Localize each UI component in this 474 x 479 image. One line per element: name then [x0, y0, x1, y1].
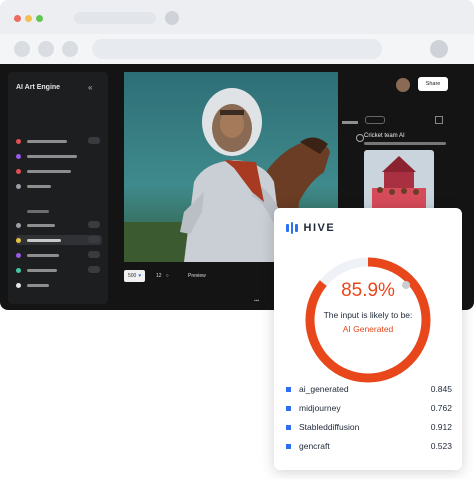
share-button[interactable]: Share [418, 77, 448, 91]
sidebar-item-label [27, 223, 55, 227]
related-title[interactable]: Cricket team AI [364, 133, 405, 139]
bullet-square [286, 405, 291, 411]
sidebar-badge [88, 251, 100, 258]
preview-button[interactable]: Preview [188, 270, 206, 282]
sidebar-item-subscriptions[interactable] [16, 151, 102, 161]
zoom-select[interactable]: 500 ♥ [124, 270, 146, 282]
sidebar-section-header [16, 206, 102, 216]
window-maximize-dot[interactable] [36, 15, 43, 22]
browser-tab[interactable] [74, 12, 156, 24]
hive-logo-icon [286, 222, 298, 234]
sidebar-badge [88, 266, 100, 273]
sidebar-item-active[interactable] [16, 235, 102, 245]
sidebar: AI Art Engine « [8, 72, 108, 304]
bullet-square [286, 424, 291, 430]
footer-label: ▪▪▪ [254, 298, 260, 304]
radio-icon[interactable] [356, 134, 364, 142]
browser-profile-icon[interactable] [430, 40, 448, 58]
score-row: midjourney 0.762 [286, 401, 452, 415]
info-icon[interactable] [402, 281, 410, 289]
browser-tab-bar [0, 0, 474, 34]
sidebar-item-welcome[interactable] [16, 220, 102, 230]
sidebar-item-search[interactable] [16, 136, 102, 146]
sidebar-badge [88, 236, 100, 243]
profile-icon [16, 282, 21, 288]
browser-nav-bar [0, 34, 474, 64]
inspiration-icon [16, 252, 21, 258]
favorite-icon [16, 267, 21, 273]
sidebar-badge [88, 221, 100, 228]
sidebar-item-label [27, 283, 49, 287]
sidebar-item-label [27, 238, 61, 242]
count-value: 12 [156, 273, 162, 279]
hive-logo: HIVE [286, 222, 335, 234]
window-minimize-dot[interactable] [25, 15, 32, 22]
filter-tabs [342, 116, 443, 125]
tab-filter[interactable] [365, 116, 386, 124]
window-close-dot[interactable] [14, 15, 21, 22]
star-icon [16, 237, 21, 243]
bullet-square [286, 443, 291, 449]
score-value: 0.523 [430, 441, 452, 451]
url-bar[interactable] [92, 39, 382, 59]
score-label: ai_generated [299, 384, 349, 394]
sidebar-item-label [27, 253, 59, 257]
like-count[interactable]: 12 ○ [156, 270, 169, 282]
sidebar-item-settings[interactable] [16, 181, 102, 191]
reload-icon[interactable] [62, 41, 78, 57]
verdict-label: AI Generated [342, 324, 394, 334]
score-value: 0.912 [430, 422, 452, 432]
zoom-value: 500 [128, 273, 137, 279]
back-icon[interactable] [14, 41, 30, 57]
update-icon [16, 168, 21, 174]
score-label: midjourney [299, 403, 341, 413]
sidebar-badge [88, 137, 100, 144]
score-label: gencraft [299, 441, 330, 451]
double-chevron-left-icon[interactable]: « [88, 83, 92, 92]
sidebar-item-label [27, 139, 67, 143]
sidebar-item-favorites[interactable] [16, 265, 102, 275]
score-gauge [305, 257, 431, 383]
hive-result-card: HIVE 85.9% The input is likely to be: AI… [274, 208, 462, 470]
sidebar-item-label [27, 184, 51, 188]
related-subtitle [364, 142, 454, 145]
sidebar-item-label [27, 154, 77, 158]
search-icon [16, 138, 21, 144]
ai-percentage: 85.9% [341, 280, 395, 301]
comment-icon: ○ [165, 273, 169, 279]
forward-icon[interactable] [38, 41, 54, 57]
subscriptions-icon [16, 153, 21, 159]
heart-icon: ♥ [138, 273, 142, 279]
score-label: Stableddiffusion [299, 422, 360, 432]
tab-trending[interactable] [342, 121, 358, 124]
score-row: gencraft 0.523 [286, 439, 452, 453]
avatar[interactable] [396, 78, 410, 92]
sidebar-item-inspiration[interactable] [16, 250, 102, 260]
score-row: ai_generated 0.845 [286, 382, 452, 396]
bullet-square [286, 386, 291, 392]
sidebar-item-profile[interactable] [16, 280, 102, 290]
score-value: 0.845 [430, 384, 452, 394]
calendar-icon[interactable] [434, 116, 443, 124]
new-tab-icon[interactable] [165, 11, 179, 25]
sidebar-item-update[interactable] [16, 166, 102, 176]
score-value: 0.762 [430, 403, 452, 413]
welcome-icon [16, 222, 21, 228]
sidebar-item-label [27, 268, 57, 272]
related-thumbnail[interactable] [364, 150, 434, 210]
score-row: Stableddiffusion 0.912 [286, 420, 452, 434]
sidebar-title: AI Art Engine [16, 84, 61, 91]
hive-brand: HIVE [303, 222, 336, 234]
likely-text: The input is likely to be: [323, 310, 413, 320]
sidebar-item-label [27, 169, 71, 173]
settings-icon [16, 183, 21, 189]
